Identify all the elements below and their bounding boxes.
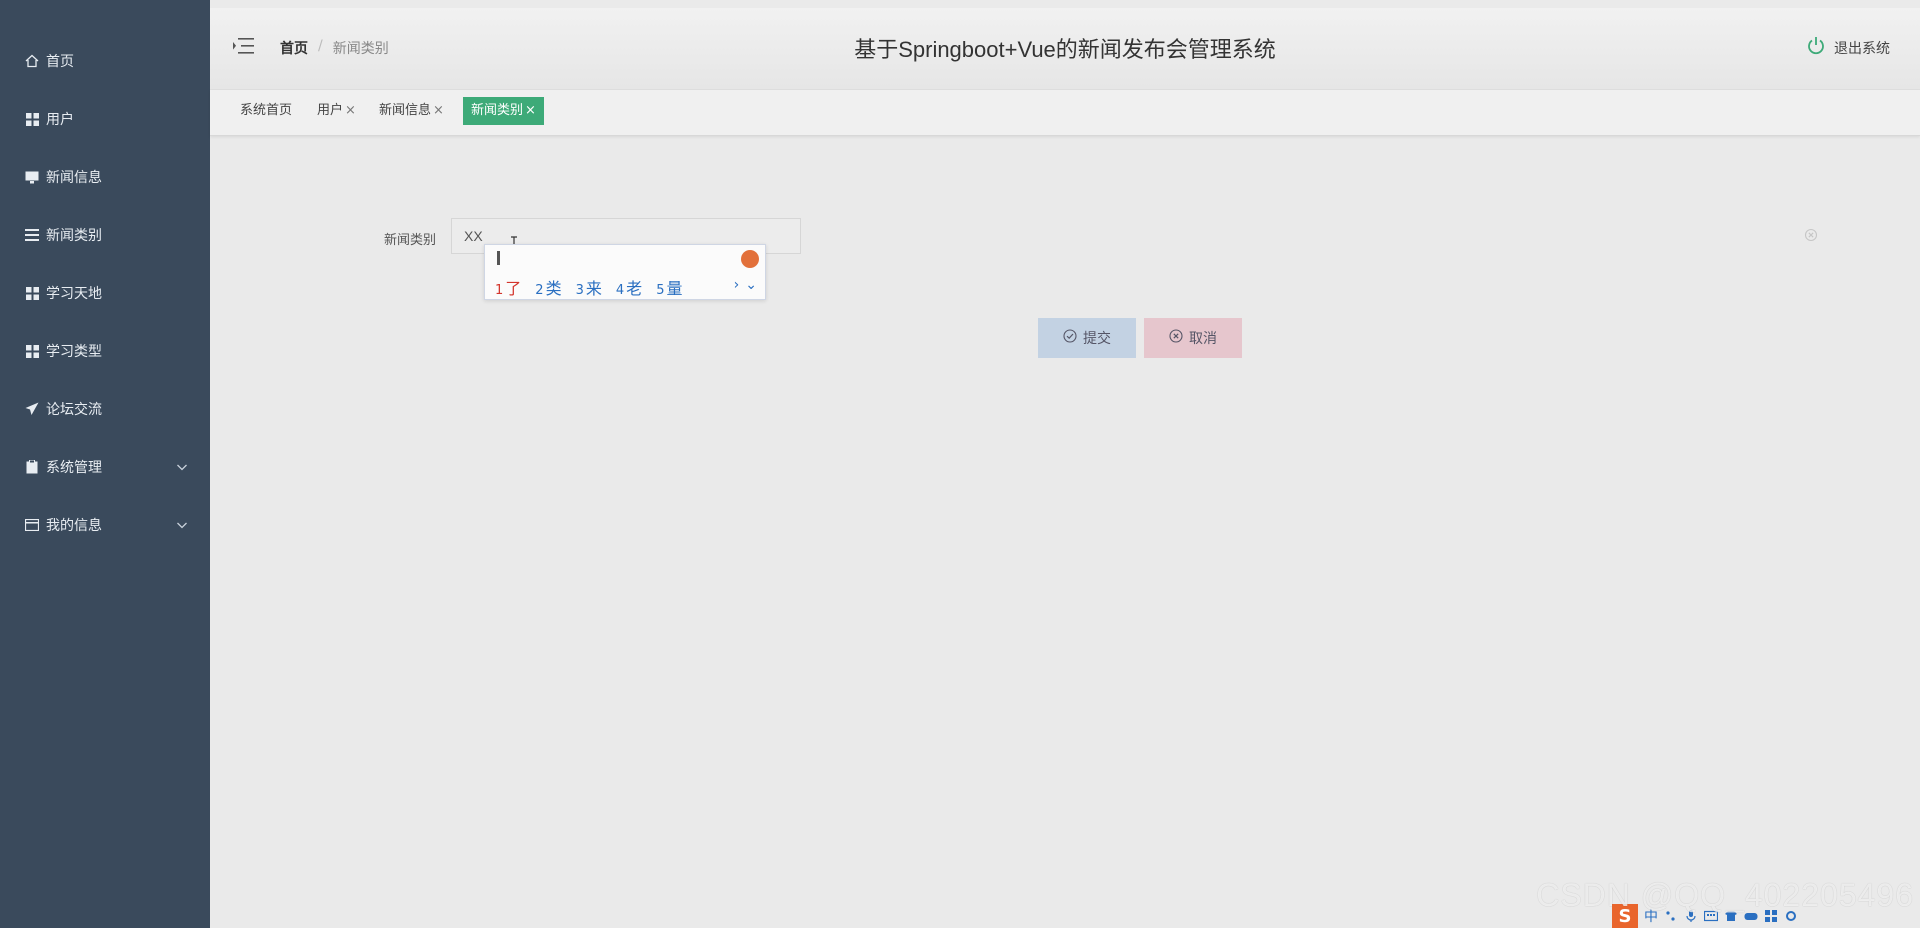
sidebar-item-news-category[interactable]: 新闻类别 bbox=[0, 206, 210, 264]
tab-label: 新闻类别 bbox=[471, 103, 524, 118]
sidebar-item-label: 新闻信息 bbox=[46, 170, 102, 186]
logout-button[interactable]: 退出系统 bbox=[1806, 36, 1890, 60]
sidebar-item-my-info[interactable]: 我的信息 bbox=[0, 496, 210, 554]
ime-candidate-popup: 1了 2类 3来 4老 5量 › ⌄ bbox=[484, 244, 766, 300]
sidebar-item-label: 学习天地 bbox=[46, 286, 102, 302]
paper-plane-icon bbox=[24, 401, 40, 417]
logout-label: 退出系统 bbox=[1834, 41, 1890, 57]
sidebar-item-forum[interactable]: 论坛交流 bbox=[0, 380, 210, 438]
submit-button[interactable]: 提交 bbox=[1038, 318, 1136, 358]
card-icon bbox=[24, 517, 40, 533]
submit-label: 提交 bbox=[1083, 331, 1111, 347]
top-header: 首页 / 新闻类别 基于Springboot+Vue的新闻发布会管理系统 退出系… bbox=[210, 8, 1920, 90]
tab-news-info[interactable]: 新闻信息 × bbox=[375, 97, 448, 125]
chevron-right-icon[interactable]: › bbox=[734, 277, 740, 293]
tab-system-home[interactable]: 系统首页 bbox=[236, 97, 296, 125]
ime-candidate[interactable]: 5量 bbox=[656, 275, 682, 299]
sidebar-item-study-world[interactable]: 学习天地 bbox=[0, 264, 210, 322]
power-icon bbox=[1806, 36, 1826, 60]
sidebar-item-system-admin[interactable]: 系统管理 bbox=[0, 438, 210, 496]
tab-users[interactable]: 用户 × bbox=[313, 97, 360, 125]
check-circle-icon bbox=[1063, 329, 1077, 347]
close-icon[interactable]: × bbox=[525, 103, 536, 118]
chevron-down-icon[interactable]: ⌄ bbox=[745, 277, 757, 293]
chevron-down-icon bbox=[176, 519, 188, 531]
list-icon bbox=[24, 227, 40, 243]
close-icon[interactable]: × bbox=[345, 103, 356, 118]
sidebar-item-label: 学习类型 bbox=[46, 344, 102, 360]
watermark: CSDN @QQ_402205496 bbox=[1536, 877, 1914, 913]
ime-logo-icon bbox=[741, 250, 759, 268]
grid-icon bbox=[24, 285, 40, 301]
monitor-icon bbox=[24, 169, 40, 185]
sidebar-item-label: 新闻类别 bbox=[46, 228, 102, 244]
tab-label: 用户 bbox=[317, 103, 344, 118]
ime-candidate-list: 1了 2类 3来 4老 5量 bbox=[495, 275, 682, 299]
sidebar-item-label: 我的信息 bbox=[46, 518, 102, 534]
ime-candidate[interactable]: 1了 bbox=[495, 275, 521, 299]
close-circle-icon bbox=[1169, 329, 1183, 347]
sidebar-item-news-info[interactable]: 新闻信息 bbox=[0, 148, 210, 206]
sidebar-item-label: 首页 bbox=[46, 54, 74, 70]
tab-news-category[interactable]: 新闻类别 × bbox=[463, 97, 544, 125]
sidebar-item-label: 论坛交流 bbox=[46, 402, 102, 418]
sidebar-item-label: 系统管理 bbox=[46, 460, 102, 476]
tab-label: 系统首页 bbox=[240, 103, 293, 118]
sidebar-item-study-type[interactable]: 学习类型 bbox=[0, 322, 210, 380]
sidebar: 首页 用户 新闻信息 新闻类别 学习天地 学习类型 论坛交流 系统管理 我的信息 bbox=[0, 0, 210, 928]
cancel-button[interactable]: 取消 bbox=[1144, 318, 1242, 358]
ime-candidate[interactable]: 3来 bbox=[576, 275, 602, 299]
sidebar-item-label: 用户 bbox=[46, 112, 74, 128]
tab-label: 新闻信息 bbox=[379, 103, 432, 118]
clear-icon[interactable] bbox=[1804, 228, 1818, 242]
ime-candidate[interactable]: 4老 bbox=[616, 275, 642, 299]
tabs-bar: 系统首页 用户 × 新闻信息 × 新闻类别 × bbox=[210, 90, 1920, 136]
close-icon[interactable]: × bbox=[433, 103, 444, 118]
clipboard-icon bbox=[24, 459, 40, 475]
ime-composition-caret bbox=[497, 251, 500, 265]
ime-candidate[interactable]: 2类 bbox=[535, 275, 561, 299]
category-field-label: 新闻类别 bbox=[384, 233, 437, 248]
cancel-label: 取消 bbox=[1189, 331, 1217, 347]
sidebar-item-users[interactable]: 用户 bbox=[0, 90, 210, 148]
chevron-down-icon bbox=[176, 461, 188, 473]
home-icon bbox=[24, 53, 40, 69]
ime-nav: › ⌄ bbox=[734, 277, 757, 293]
sidebar-item-home[interactable]: 首页 bbox=[0, 32, 210, 90]
grid-icon bbox=[24, 111, 40, 127]
page-title: 基于Springboot+Vue的新闻发布会管理系统 bbox=[854, 37, 1276, 62]
grid-icon bbox=[24, 343, 40, 359]
